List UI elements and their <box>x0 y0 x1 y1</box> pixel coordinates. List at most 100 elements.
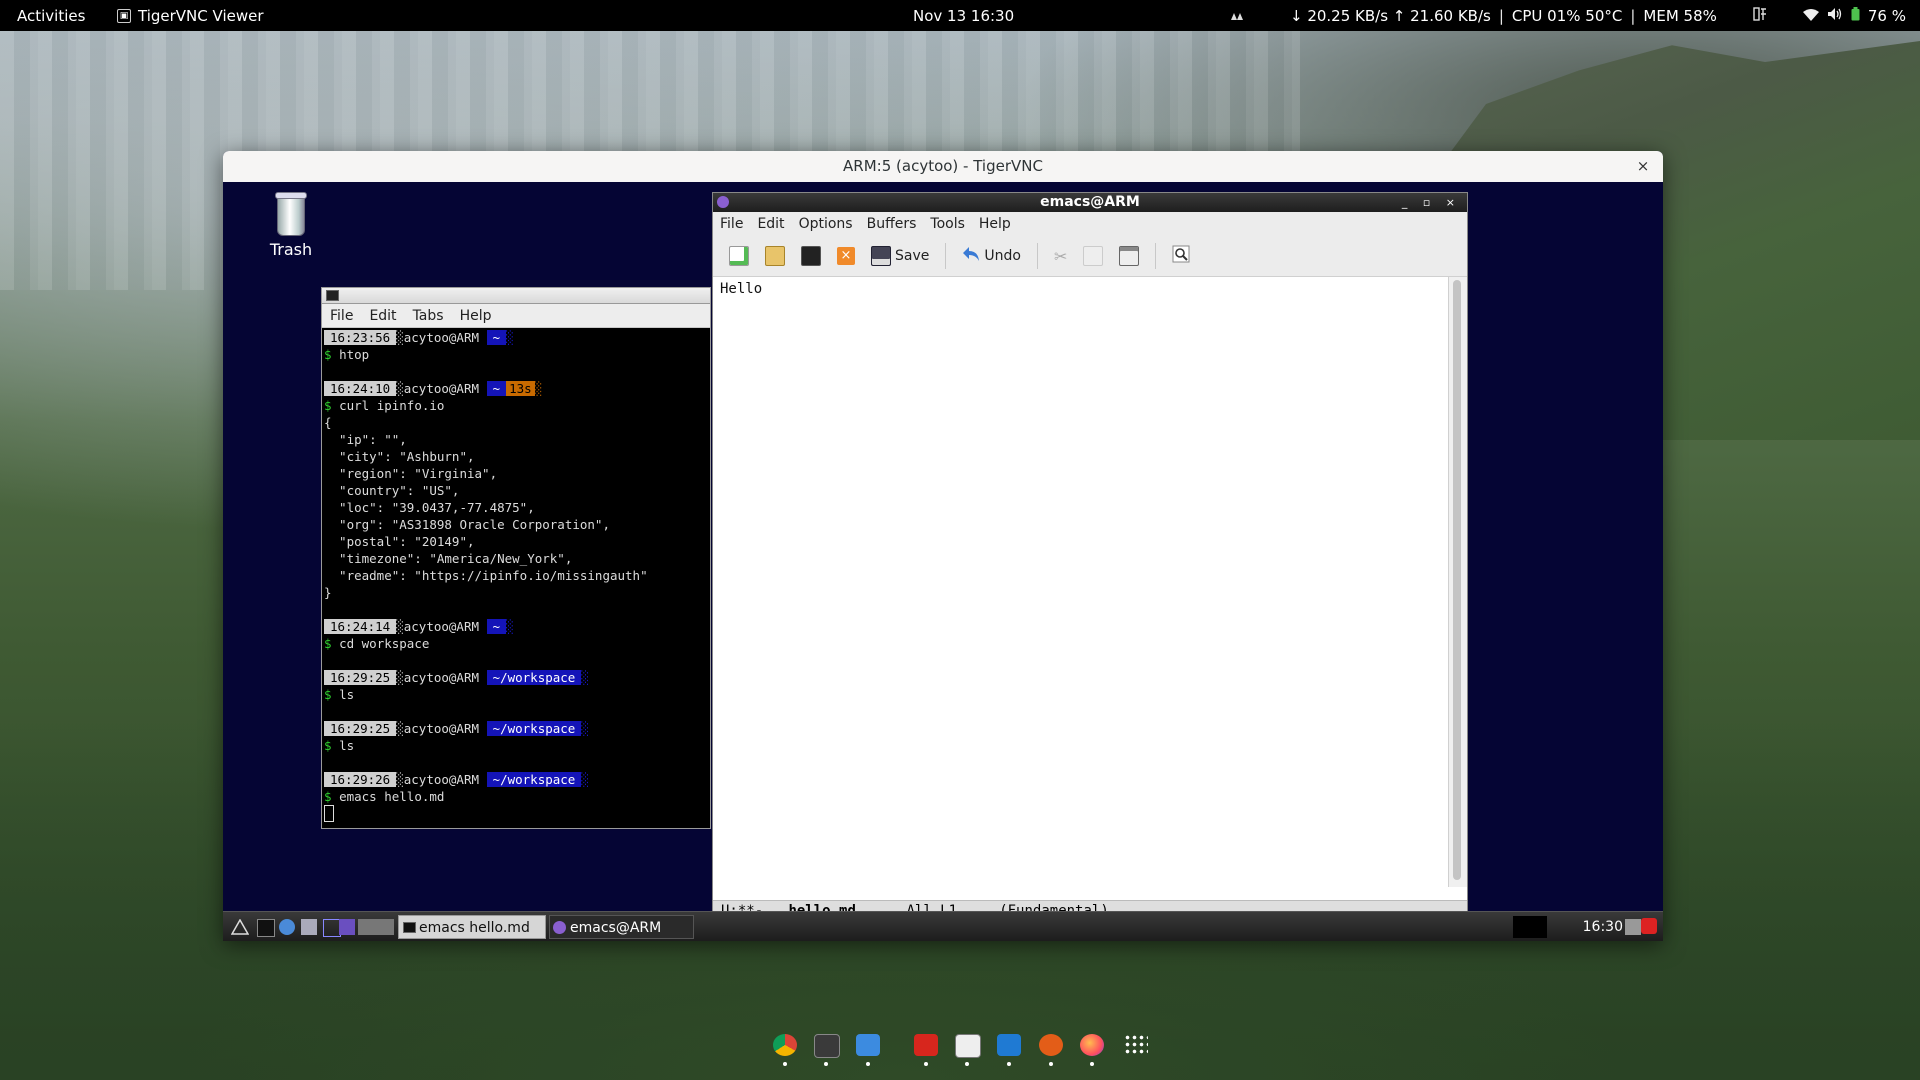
terminal-titlebar[interactable] <box>322 288 710 304</box>
menu-edit[interactable]: Edit <box>757 216 784 232</box>
terminal-task-icon <box>403 922 416 933</box>
top-bar: Activities ▣ TigerVNC Viewer Nov 13 16:3… <box>0 0 1920 31</box>
emacs-scrollbar[interactable] <box>1448 277 1467 887</box>
dock <box>0 1030 1920 1070</box>
running-indicator <box>1090 1062 1094 1066</box>
workspace-2-icon[interactable] <box>339 919 355 935</box>
copy-button[interactable] <box>1077 241 1109 271</box>
running-indicator <box>824 1062 828 1066</box>
menu-tabs[interactable]: Tabs <box>413 308 444 324</box>
tigervnc-dock-icon[interactable] <box>1039 1034 1063 1056</box>
output-line: "loc": "39.0437,-77.4875", <box>324 500 535 515</box>
app-menu[interactable]: ▣ TigerVNC Viewer <box>117 0 264 31</box>
menu-tools[interactable]: Tools <box>930 216 965 232</box>
remote-desktop[interactable]: Trash File Edit Tabs Help 16:23:56 ░acyto… <box>223 182 1663 941</box>
emacs-window[interactable]: emacs@ARM _ ▫ × File Edit Options Buffer… <box>712 192 1468 924</box>
running-indicator <box>1007 1062 1011 1066</box>
new-file-button[interactable] <box>723 241 755 271</box>
chrome-icon[interactable] <box>773 1034 797 1056</box>
workspace-blank[interactable] <box>358 919 394 935</box>
terminal-window[interactable]: File Edit Tabs Help 16:23:56 ░acytoo@ARM … <box>321 287 711 829</box>
menu-file[interactable]: File <box>330 308 353 324</box>
files-icon[interactable] <box>856 1034 880 1056</box>
scrollbar-thumb[interactable] <box>1453 280 1461 880</box>
network-tray-icon[interactable] <box>1625 919 1641 935</box>
system-indicators[interactable]: ↓ 20.25 KB/s ↑ 21.60 KB/s | CPU 01% 50°C… <box>1230 0 1906 31</box>
terminal-icon <box>326 290 339 301</box>
close-buffer-button[interactable]: × <box>831 241 861 271</box>
command-line: $ ls <box>324 687 355 702</box>
book-reader-icon[interactable] <box>955 1034 981 1058</box>
paste-icon <box>1119 246 1140 266</box>
toolbar-separator <box>1155 243 1157 269</box>
divider: | <box>1498 6 1504 25</box>
app-grid-icon[interactable] <box>1124 1034 1148 1056</box>
menu-buffers[interactable]: Buffers <box>867 216 917 232</box>
prompt-line: 16:29:26 ░acytoo@ARM ~/workspace ░ <box>324 771 708 788</box>
wifi-icon[interactable] <box>1802 7 1819 25</box>
indicator-app-icon[interactable] <box>1230 7 1244 25</box>
taskbar-window-emacs[interactable]: emacs@ARM <box>549 915 694 939</box>
pdf-reader-icon[interactable] <box>914 1034 938 1056</box>
output-line: "readme": "https://ipinfo.io/missingauth… <box>324 568 648 583</box>
window-buttons[interactable]: _ ▫ × <box>1402 193 1461 212</box>
activities-button[interactable]: Activities <box>17 0 85 31</box>
prompt-line: 16:24:14 ░acytoo@ARM ~ ░ <box>324 618 708 635</box>
menu-help[interactable]: Help <box>979 216 1011 232</box>
new-file-icon <box>729 246 749 266</box>
search-button[interactable] <box>1166 241 1196 271</box>
output-line: } <box>324 585 332 600</box>
close-icon[interactable]: × <box>1633 151 1653 182</box>
start-menu-icon[interactable] <box>230 918 250 935</box>
cut-button[interactable]: ✂ <box>1048 241 1073 271</box>
tigervnc-window[interactable]: ARM:5 (acytoo) - TigerVNC × Trash File E… <box>223 151 1663 941</box>
menu-file[interactable]: File <box>720 216 743 232</box>
command-line: $ ls <box>324 738 355 753</box>
toolbar-separator <box>1036 243 1038 269</box>
save-button[interactable]: Save <box>865 241 935 271</box>
input-method-icon[interactable] <box>1753 6 1767 25</box>
command-line: $ cd workspace <box>324 636 430 651</box>
output-line: "country": "US", <box>324 483 460 498</box>
terminal-icon[interactable] <box>814 1034 840 1058</box>
menu-options[interactable]: Options <box>799 216 853 232</box>
divider: | <box>1630 6 1636 25</box>
tigervnc-app-icon: ▣ <box>117 8 131 23</box>
running-indicator <box>783 1062 787 1066</box>
volume-icon[interactable] <box>1827 7 1843 25</box>
emacs-buffer[interactable]: Hello <box>713 277 1446 887</box>
browser-launcher-icon[interactable] <box>279 919 295 935</box>
vnc-titlebar[interactable]: ARM:5 (acytoo) - TigerVNC × <box>223 151 1663 183</box>
search-icon <box>1172 245 1190 267</box>
emacs-icon <box>717 196 729 208</box>
menu-edit[interactable]: Edit <box>369 308 396 324</box>
clock[interactable]: Nov 13 16:30 <box>913 0 1014 31</box>
terminal-launcher-icon[interactable] <box>257 919 275 937</box>
battery-icon[interactable] <box>1851 6 1860 25</box>
terminal-cursor <box>324 805 708 823</box>
terminal-menubar: File Edit Tabs Help <box>322 304 710 328</box>
vscode-icon[interactable] <box>997 1034 1021 1056</box>
remote-taskbar: emacs hello.md emacs@ARM 16:30 <box>223 911 1663 941</box>
undo-button[interactable]: Undo <box>956 241 1027 271</box>
terminal-output[interactable]: 16:23:56 ░acytoo@ARM ~ ░ $ htop 16:24:10 ░acy… <box>322 328 710 824</box>
command-line: $ htop <box>324 347 370 362</box>
firefox-icon[interactable] <box>1080 1034 1104 1056</box>
paste-button[interactable] <box>1113 241 1145 271</box>
prompt-line: 16:29:25 ░acytoo@ARM ~/workspace ░ <box>324 669 708 686</box>
undo-icon <box>962 246 980 266</box>
running-indicator <box>866 1062 870 1066</box>
dired-button[interactable] <box>795 241 827 271</box>
remote-clock[interactable]: 16:30 <box>1583 912 1623 941</box>
emacs-titlebar[interactable]: emacs@ARM _ ▫ × <box>713 193 1467 212</box>
running-indicator <box>965 1062 969 1066</box>
close-buffer-icon: × <box>837 247 855 265</box>
emacs-toolbar: × Save Undo ✂ <box>713 236 1467 277</box>
emacs-task-icon <box>553 921 566 934</box>
power-icon[interactable] <box>1641 918 1657 934</box>
taskbar-window-terminal[interactable]: emacs hello.md <box>398 915 546 939</box>
open-file-button[interactable] <box>759 241 791 271</box>
menu-help[interactable]: Help <box>460 308 492 324</box>
file-manager-launcher-icon[interactable] <box>301 919 317 935</box>
trash-desktop-icon[interactable]: Trash <box>261 192 321 259</box>
